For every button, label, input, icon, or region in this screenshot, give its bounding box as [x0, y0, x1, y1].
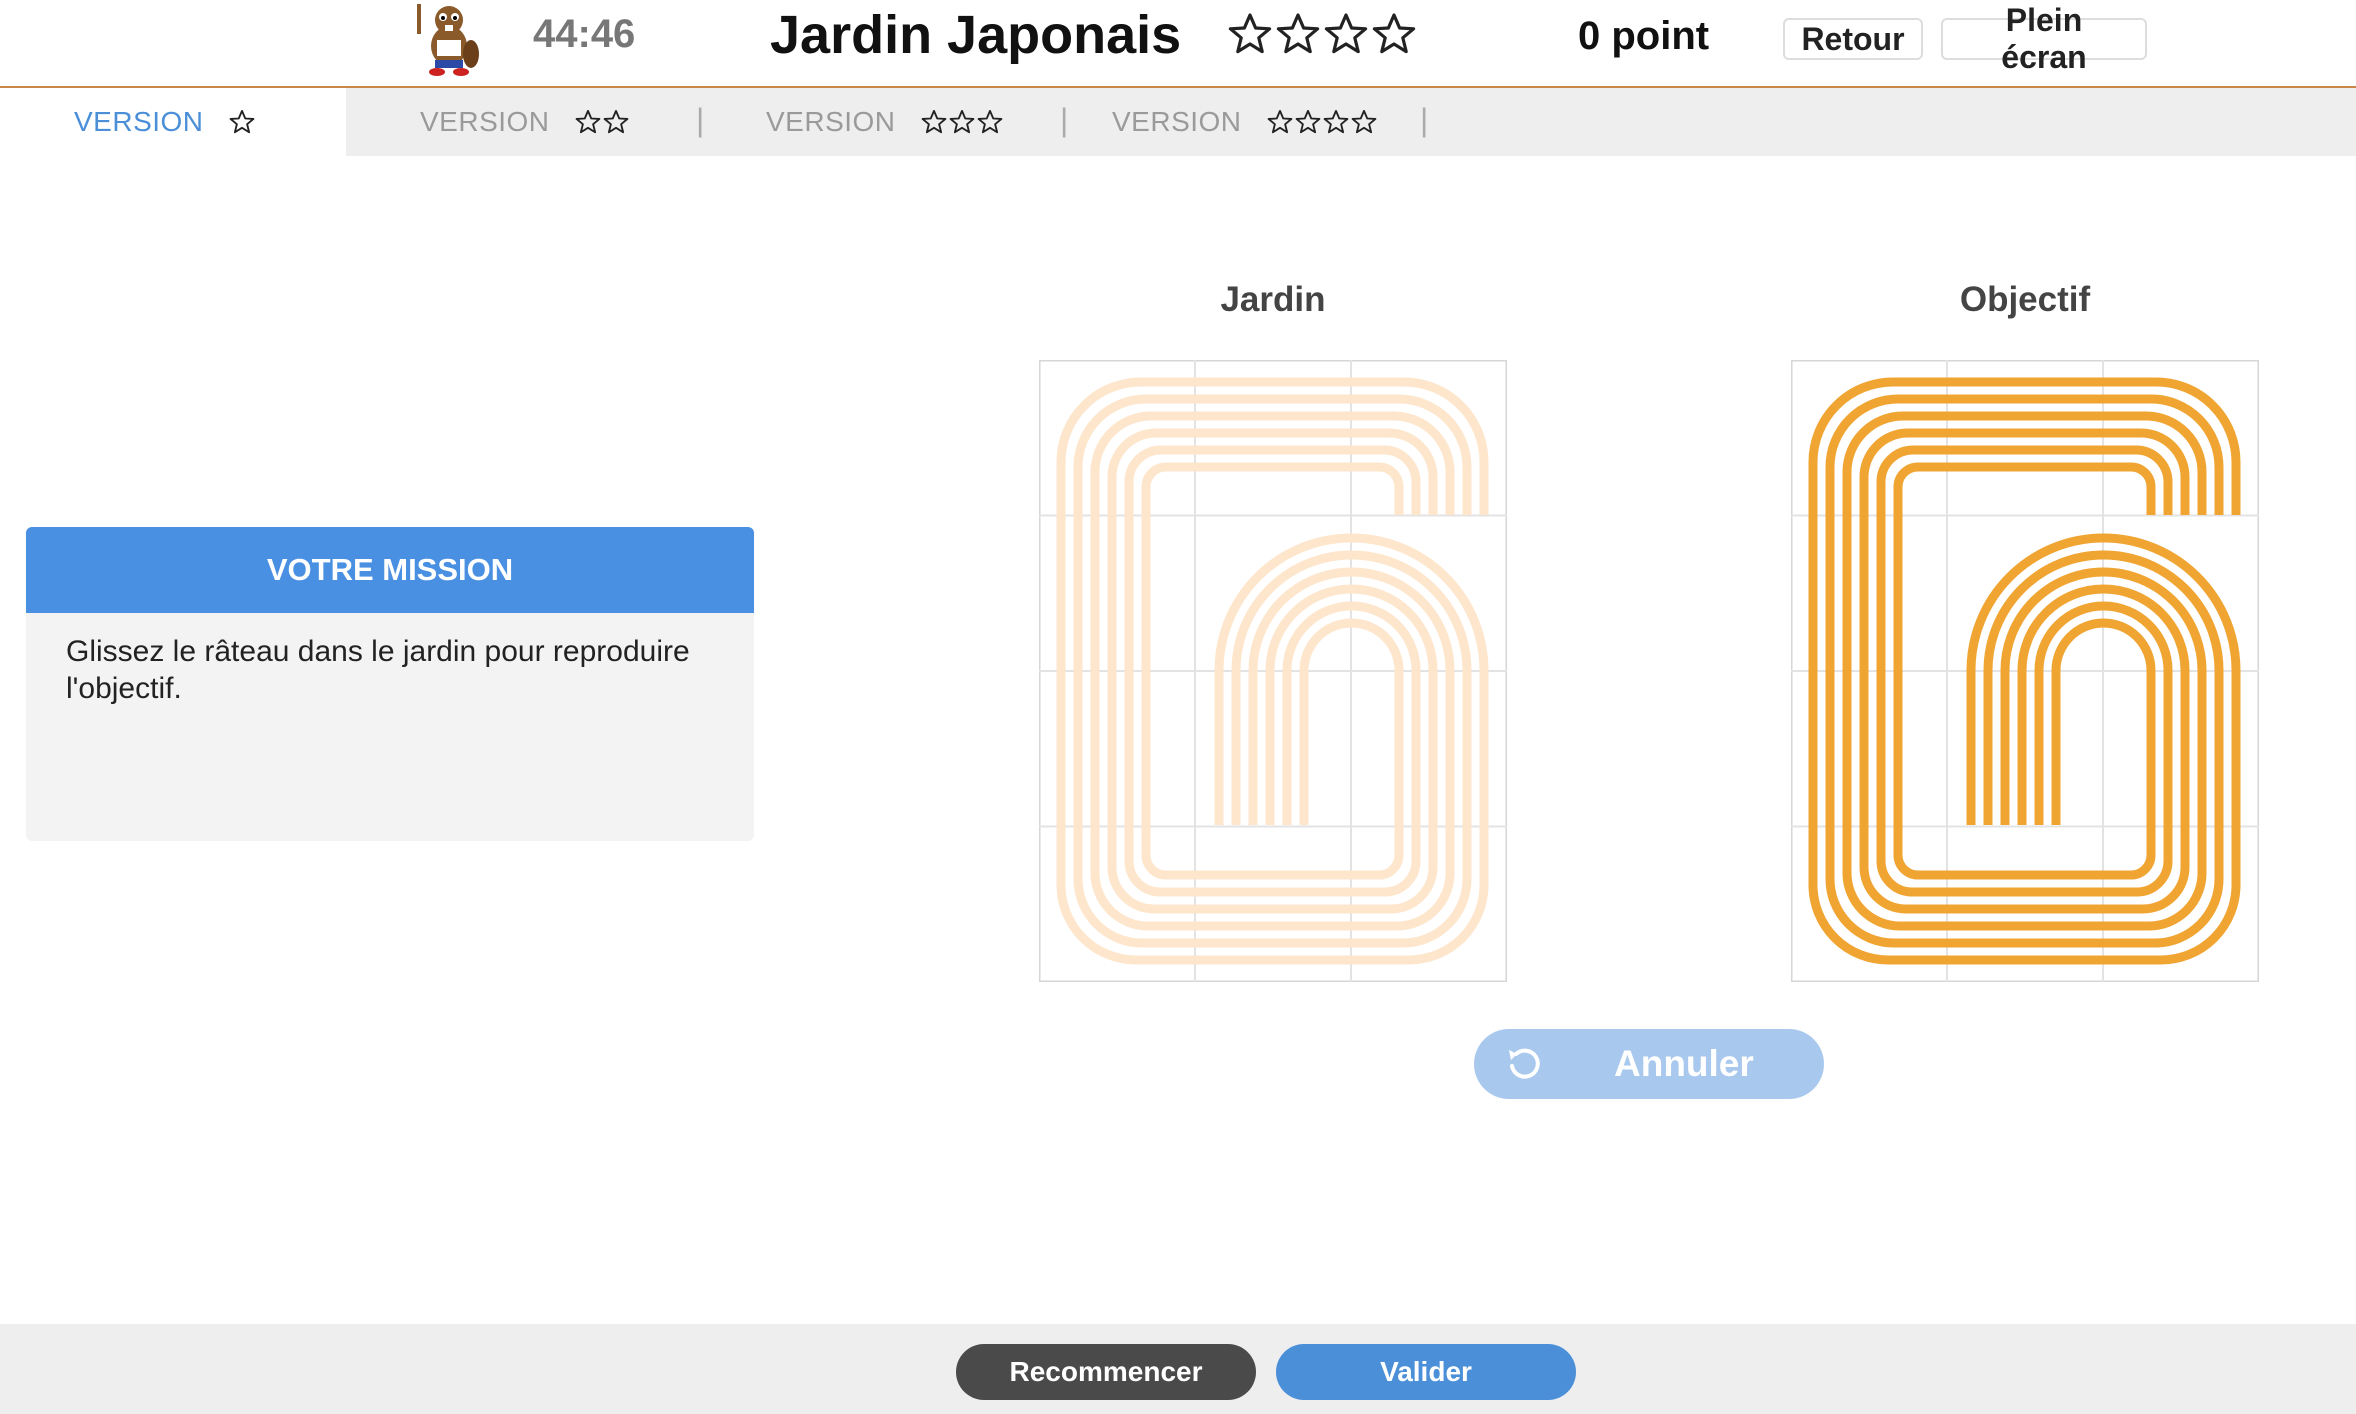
star-icon: [949, 109, 974, 134]
star-icon: [229, 109, 254, 134]
star-icon: [1295, 109, 1320, 134]
star-icon: [1276, 13, 1320, 54]
tab-separator: |: [696, 102, 705, 138]
mission-title: VOTRE MISSION: [26, 527, 754, 613]
star-rating: [228, 108, 256, 136]
star-icon: [1267, 109, 1292, 134]
tab-label: VERSION: [420, 106, 550, 137]
validate-button[interactable]: Valider: [1276, 1344, 1576, 1400]
fullscreen-button[interactable]: Plein écran: [1941, 2, 2147, 75]
tab-label: VERSION: [74, 106, 204, 137]
tab-separator: |: [1060, 102, 1069, 138]
mission-panel: VOTRE MISSION Glissez le râteau dans le …: [26, 527, 754, 841]
star-rating: [1266, 108, 1378, 136]
star-icon: [921, 109, 946, 134]
star-rating: [920, 108, 1004, 136]
star-icon: [1324, 13, 1368, 54]
tab-label: VERSION: [1112, 106, 1242, 137]
beaver-mascot-icon: [417, 4, 479, 76]
star-rating: [574, 108, 630, 136]
restart-button[interactable]: Recommencer: [956, 1344, 1256, 1400]
star-icon: [1351, 109, 1376, 134]
top-bar: 44:46 Jardin Japonais 0 point Retour Ple…: [0, 0, 2356, 88]
target-title: Objectif: [1959, 280, 2091, 319]
tab-version-2[interactable]: VERSION: [420, 88, 630, 156]
undo-label: Annuler: [1614, 1043, 1754, 1084]
undo-button[interactable]: Annuler: [1474, 1029, 1824, 1099]
tab-version-4[interactable]: VERSION: [1112, 88, 1378, 156]
tab-separator: |: [1420, 102, 1429, 138]
back-button[interactable]: Retour: [1783, 18, 1923, 60]
star-icon: [1323, 109, 1348, 134]
mission-text: Glissez le râteau dans le jardin pour re…: [66, 635, 690, 705]
undo-icon: [1509, 1048, 1540, 1079]
star-icon: [977, 109, 1002, 134]
score: 0 point: [1578, 14, 1710, 58]
star-icon: [603, 109, 628, 134]
star-icon: [1228, 13, 1272, 54]
version-tabs: VERSION VERSION | VERSION | VERSION |: [0, 88, 2356, 156]
tab-version-1[interactable]: VERSION: [0, 88, 346, 156]
page-title: Jardin Japonais: [770, 5, 1182, 65]
garden-board[interactable]: [1039, 360, 1507, 982]
star-icon: [575, 109, 600, 134]
tab-label: VERSION: [766, 106, 896, 137]
tab-version-3[interactable]: VERSION: [766, 88, 1004, 156]
difficulty-stars: [1226, 10, 1418, 58]
garden-title: Jardin: [1220, 280, 1326, 319]
timer: 44:46: [533, 12, 636, 56]
star-icon: [1372, 13, 1416, 54]
target-board: [1791, 360, 2259, 982]
footer-bar: Recommencer Valider: [0, 1324, 2356, 1414]
